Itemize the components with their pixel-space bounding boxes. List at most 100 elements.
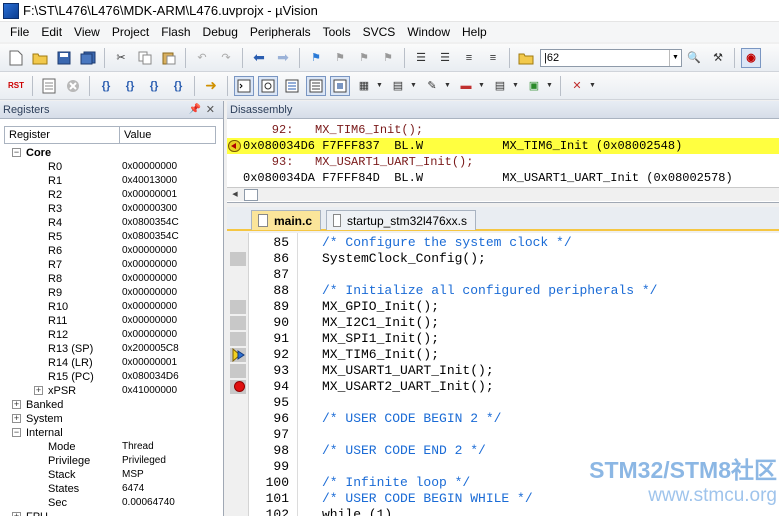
code-line[interactable]: 92 MX_TIM6_Init(); [227, 347, 779, 363]
comment-icon[interactable]: ≡ [459, 48, 479, 68]
watch-window-icon[interactable]: ▦ [354, 76, 374, 96]
code-line[interactable]: 87 [227, 267, 779, 283]
new-file-icon[interactable] [6, 48, 26, 68]
register-value[interactable]: 0x00000001 [122, 356, 212, 370]
register-value[interactable]: Privileged [122, 454, 212, 468]
register-value[interactable]: 0x00000000 [122, 314, 212, 328]
register-value[interactable]: Thread [122, 440, 212, 454]
column-register[interactable]: Register [5, 127, 120, 143]
disassembly-line[interactable]: 0x080034D6 F7FFF837 BL.W MX_TIM6_Init (0… [227, 138, 779, 154]
register-value[interactable]: 0x00000000 [122, 300, 212, 314]
register-value[interactable]: 0x080034D6 [122, 370, 212, 384]
chevron-down-icon[interactable]: ▼ [589, 82, 597, 89]
register-row[interactable]: R1 0x40013000 [4, 174, 216, 188]
indent-icon[interactable]: ☰ [411, 48, 431, 68]
register-value[interactable]: 0x00000001 [122, 188, 212, 202]
code-line[interactable]: 96 /* USER CODE BEGIN 2 */ [227, 411, 779, 427]
register-group-fpu[interactable]: + FPU [4, 510, 216, 516]
menu-flash[interactable]: Flash [155, 22, 196, 42]
tab-main-c[interactable]: main.c [251, 210, 321, 230]
clear-bookmarks-icon[interactable]: ⚑ [378, 48, 398, 68]
expand-icon[interactable]: + [34, 386, 43, 395]
menu-edit[interactable]: Edit [35, 22, 68, 42]
register-row[interactable]: Stack MSP [4, 468, 216, 482]
disassembly-line[interactable]: 0x080034DA F7FFF84D BL.W MX_USART1_UART_… [227, 170, 779, 186]
disassembly-line[interactable]: 92: MX_TIM6_Init(); [227, 122, 779, 138]
call-stack-window-icon[interactable] [330, 75, 350, 96]
register-row[interactable]: R9 0x00000000 [4, 286, 216, 300]
register-group[interactable]: − Internal [4, 426, 216, 440]
register-value[interactable]: 0x00000000 [122, 160, 212, 174]
register-value[interactable]: 0x00000300 [122, 202, 212, 216]
code-line[interactable]: 85 /* Configure the system clock */ [227, 235, 779, 251]
code-line[interactable]: 95 [227, 395, 779, 411]
navigate-forward-icon[interactable]: ➡ [273, 48, 293, 68]
unindent-icon[interactable]: ☰ [435, 48, 455, 68]
code-line[interactable]: 94 MX_USART2_UART_Init(); [227, 379, 779, 395]
undo-icon[interactable]: ↶ [192, 48, 212, 68]
register-value[interactable] [122, 412, 212, 426]
register-row[interactable]: R8 0x00000000 [4, 272, 216, 286]
register-value[interactable] [122, 510, 212, 516]
find-in-files-icon[interactable] [516, 48, 536, 68]
register-value[interactable]: 0.00064740 [122, 496, 212, 510]
cut-icon[interactable]: ✂ [111, 48, 131, 68]
command-window-icon[interactable] [234, 75, 254, 96]
system-viewer-icon[interactable]: ▣ [524, 76, 544, 96]
pin-icon[interactable]: 📌 [189, 104, 201, 115]
chevron-down-icon[interactable]: ▼ [478, 82, 486, 89]
expand-icon[interactable]: + [12, 414, 21, 423]
menu-debug[interactable]: Debug [197, 22, 244, 42]
register-value[interactable] [122, 398, 212, 412]
incremental-find-icon[interactable]: 🔍 [684, 48, 704, 68]
analysis-window-icon[interactable]: ▬ [456, 76, 476, 96]
register-value[interactable]: MSP [122, 468, 212, 482]
menu-peripherals[interactable]: Peripherals [244, 22, 317, 42]
register-row[interactable]: R6 0x00000000 [4, 244, 216, 258]
code-line[interactable]: 97 [227, 427, 779, 443]
register-value[interactable]: 0x00000000 [122, 244, 212, 258]
register-row[interactable]: R3 0x00000300 [4, 202, 216, 216]
find-icon[interactable]: ⚒ [708, 48, 728, 68]
chevron-down-icon[interactable]: ▼ [669, 49, 681, 66]
chevron-down-icon[interactable]: ▼ [444, 82, 452, 89]
disassembly-window-icon[interactable] [258, 75, 278, 96]
save-all-icon[interactable] [78, 48, 98, 68]
register-row[interactable]: + xPSR 0x41000000 [4, 384, 216, 398]
stop-icon[interactable] [63, 76, 83, 96]
memory-window-icon[interactable]: ▤ [388, 76, 408, 96]
register-row[interactable]: Mode Thread [4, 440, 216, 454]
code-line[interactable]: 89 MX_GPIO_Init(); [227, 299, 779, 315]
register-row[interactable]: R2 0x00000001 [4, 188, 216, 202]
register-row[interactable]: States 6474 [4, 482, 216, 496]
collapse-icon[interactable]: − [12, 428, 21, 437]
save-icon[interactable] [54, 48, 74, 68]
register-value[interactable]: 6474 [122, 482, 212, 496]
register-value[interactable] [122, 146, 212, 160]
step-into-icon[interactable]: {} [96, 76, 116, 96]
trace-window-icon[interactable]: ▤ [490, 76, 510, 96]
register-row[interactable]: R10 0x00000000 [4, 300, 216, 314]
register-value[interactable]: 0x200005C8 [122, 342, 212, 356]
register-value[interactable]: 0x0800354C [122, 230, 212, 244]
menu-tools[interactable]: Tools [317, 22, 357, 42]
registers-window-icon[interactable] [306, 75, 326, 96]
register-group[interactable]: + System [4, 412, 216, 426]
next-bookmark-icon[interactable]: ⚑ [354, 48, 374, 68]
menu-window[interactable]: Window [401, 22, 456, 42]
serial-window-icon[interactable]: ✎ [422, 76, 442, 96]
register-value[interactable]: 0x41000000 [122, 384, 212, 398]
menu-svcs[interactable]: SVCS [357, 22, 402, 42]
step-over-icon[interactable]: {} [120, 76, 140, 96]
bookmark-icon[interactable]: ⚑ [306, 48, 326, 68]
register-value[interactable]: 0x00000000 [122, 286, 212, 300]
disassembly-line[interactable]: 93: MX_USART1_UART_Init(); [227, 154, 779, 170]
code-line[interactable]: 91 MX_SPI1_Init(); [227, 331, 779, 347]
copy-icon[interactable] [135, 48, 155, 68]
register-group-core[interactable]: − Core [4, 146, 216, 160]
register-row[interactable]: R4 0x0800354C [4, 216, 216, 230]
chevron-down-icon[interactable]: ▼ [376, 82, 384, 89]
column-value[interactable]: Value [120, 127, 151, 143]
breakpoint-icon[interactable] [234, 381, 245, 392]
register-row[interactable]: Privilege Privileged [4, 454, 216, 468]
